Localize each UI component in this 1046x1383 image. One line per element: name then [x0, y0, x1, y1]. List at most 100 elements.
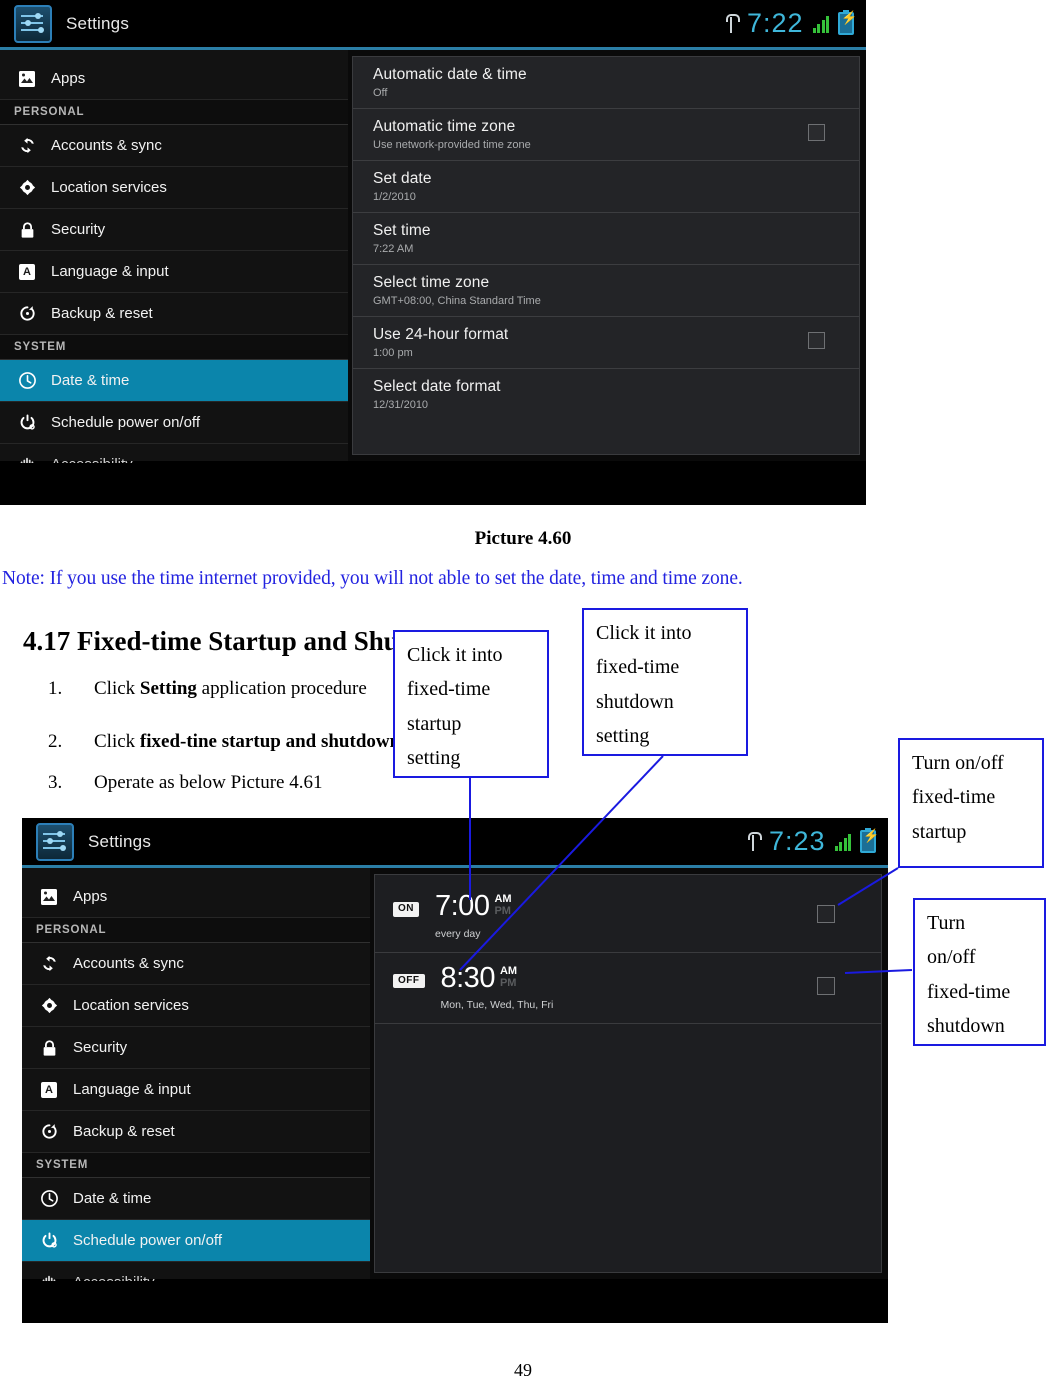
status-icons: 7:22 — [725, 10, 857, 37]
sidebar-item-label: Location services — [73, 997, 189, 1014]
pref-summary: Use network-provided time zone — [373, 139, 531, 151]
settings-screenshot-schedule-power: Settings 7:23 Apps PERSONAL Accounts & s… — [22, 818, 888, 1323]
callout-click-into-fixed-time-startup: Click it into fixed-time startup setting — [393, 630, 549, 778]
alarm-time: 7:00 — [435, 890, 490, 922]
battery-icon — [838, 10, 857, 35]
alarm-am-label: AM — [494, 893, 512, 905]
sidebar-item-label: Schedule power on/off — [73, 1232, 222, 1249]
sidebar-item-label: Schedule power on/off — [51, 414, 200, 431]
alarm-state-badge[interactable]: OFF — [393, 973, 425, 989]
pref-summary: Off — [373, 87, 388, 99]
callout-line: startup — [912, 820, 967, 843]
sidebar-item-security[interactable]: Security — [22, 1027, 370, 1069]
pref-automatic-date-time[interactable]: Automatic date & time Off — [353, 57, 859, 109]
usb-icon — [725, 13, 740, 34]
sidebar-item-apps[interactable]: Apps — [22, 876, 370, 918]
sidebar-item-accounts-sync[interactable]: Accounts & sync — [0, 125, 348, 167]
settings-app-icon — [36, 822, 74, 861]
callout-line: fixed-time — [407, 678, 491, 701]
sidebar-item-backup-reset[interactable]: Backup & reset — [0, 293, 348, 335]
callout-line: startup — [407, 712, 462, 735]
checkbox-automatic-time-zone[interactable] — [808, 124, 825, 141]
step-number: 2. — [48, 731, 63, 752]
pref-set-date[interactable]: Set date 1/2/2010 — [353, 161, 859, 213]
step-text-post: application procedure — [196, 678, 367, 699]
apps-icon — [16, 68, 38, 90]
alarm-row[interactable]: ON 7:00 AM PM every day — [375, 881, 881, 953]
callout-turn-onoff-fixed-time-shutdown: Turn on/off fixed-time shutdown — [913, 898, 1046, 1046]
sidebar-item-schedule-power[interactable]: Schedule power on/off — [22, 1220, 370, 1262]
app-title: Settings — [66, 13, 130, 33]
settings-sidebar: Apps PERSONAL Accounts & sync Location s… — [22, 868, 370, 1304]
backup-icon — [38, 1121, 60, 1143]
sidebar-section-system: SYSTEM — [0, 335, 348, 360]
pref-select-time-zone[interactable]: Select time zone GMT+08:00, China Standa… — [353, 265, 859, 317]
usb-icon — [747, 831, 762, 852]
step-text-pre: Click — [94, 678, 140, 699]
sidebar-item-apps[interactable]: Apps — [0, 58, 348, 100]
alarm-time: 8:30 — [440, 961, 496, 994]
sidebar-item-schedule-power[interactable]: Schedule power on/off — [0, 402, 348, 444]
pref-summary: 12/31/2010 — [373, 399, 429, 411]
step-number: 1. — [48, 678, 63, 699]
alarm-state-badge[interactable]: ON — [393, 902, 419, 917]
checkbox-use-24-hour-format[interactable] — [808, 332, 825, 349]
status-bar: Settings 7:23 — [22, 818, 888, 865]
navigation-bar — [22, 1281, 888, 1323]
step-3: 3. Operate as below Picture 4.61 — [48, 772, 322, 794]
note-text: Note: If you use the time internet provi… — [2, 568, 743, 589]
svg-text:A: A — [45, 1084, 53, 1096]
alarm-am-label: AM — [499, 964, 518, 977]
sidebar-item-date-time[interactable]: Date & time — [0, 360, 348, 402]
step-text-bold: fixed-tine startup and shutdown — [139, 731, 401, 752]
sidebar-item-label: Security — [73, 1039, 128, 1056]
step-text-pre: Operate as below Picture 4.61 — [94, 772, 323, 793]
pref-select-date-format[interactable]: Select date format 12/31/2010 — [353, 369, 859, 420]
pref-summary: 1:00 pm — [373, 347, 413, 359]
pref-title: Select date format — [373, 378, 501, 395]
sidebar-item-location-services[interactable]: Location services — [22, 985, 370, 1027]
sidebar-item-language-input[interactable]: A Language & input — [0, 251, 348, 293]
callout-line: setting — [407, 747, 461, 770]
sidebar-item-label: Date & time — [73, 1190, 152, 1207]
pref-title: Select time zone — [373, 274, 490, 291]
power-icon — [38, 1230, 60, 1252]
alarm-pm-label: PM — [494, 905, 511, 918]
sidebar-item-language-input[interactable]: A Language & input — [22, 1069, 370, 1111]
callout-line: Click it into — [407, 638, 537, 672]
pref-summary: GMT+08:00, China Standard Time — [373, 295, 541, 307]
pref-set-time[interactable]: Set time 7:22 AM — [353, 213, 859, 265]
battery-icon — [860, 828, 879, 853]
sidebar-item-label: Backup & reset — [51, 305, 153, 322]
pref-automatic-time-zone[interactable]: Automatic time zone Use network-provided… — [353, 109, 859, 161]
step-1: 1. Click Setting application procedure — [48, 678, 367, 700]
pref-use-24-hour-format[interactable]: Use 24-hour format 1:00 pm — [353, 317, 859, 369]
step-text-bold: Setting — [139, 678, 197, 699]
alarm-enable-checkbox[interactable] — [817, 976, 835, 995]
callout-line: Turn — [927, 912, 966, 934]
sidebar-item-label: Accounts & sync — [51, 137, 162, 154]
callout-line: fixed-time — [596, 656, 680, 679]
svg-text:A: A — [23, 266, 31, 278]
sidebar-item-accounts-sync[interactable]: Accounts & sync — [22, 943, 370, 985]
pref-title: Automatic time zone — [373, 118, 516, 135]
sidebar-item-label: Language & input — [73, 1081, 191, 1098]
location-icon — [38, 995, 60, 1017]
pref-summary: 7:22 AM — [373, 243, 414, 255]
sidebar-item-label: Apps — [51, 70, 86, 87]
sidebar-item-backup-reset[interactable]: Backup & reset — [22, 1111, 370, 1153]
sidebar-item-location-services[interactable]: Location services — [0, 167, 348, 209]
signal-icon — [812, 15, 829, 33]
sidebar-section-personal: PERSONAL — [0, 100, 348, 125]
alarm-row[interactable]: OFF 8:30 AM PM Mon, Tue, Wed, Thu, Fri — [375, 953, 881, 1025]
callout-line: Click it into — [596, 622, 692, 644]
sidebar-item-security[interactable]: Security — [0, 209, 348, 251]
sidebar-item-label: Apps — [73, 888, 108, 905]
sidebar-item-date-time[interactable]: Date & time — [22, 1178, 370, 1220]
settings-detail-pane: Automatic date & time Off Automatic time… — [348, 50, 866, 461]
callout-line: on/off — [927, 946, 976, 969]
location-icon — [16, 177, 38, 199]
sidebar-section-personal: PERSONAL — [22, 918, 370, 943]
alarm-pm-label: PM — [499, 976, 517, 989]
alarm-enable-checkbox[interactable] — [817, 905, 835, 923]
